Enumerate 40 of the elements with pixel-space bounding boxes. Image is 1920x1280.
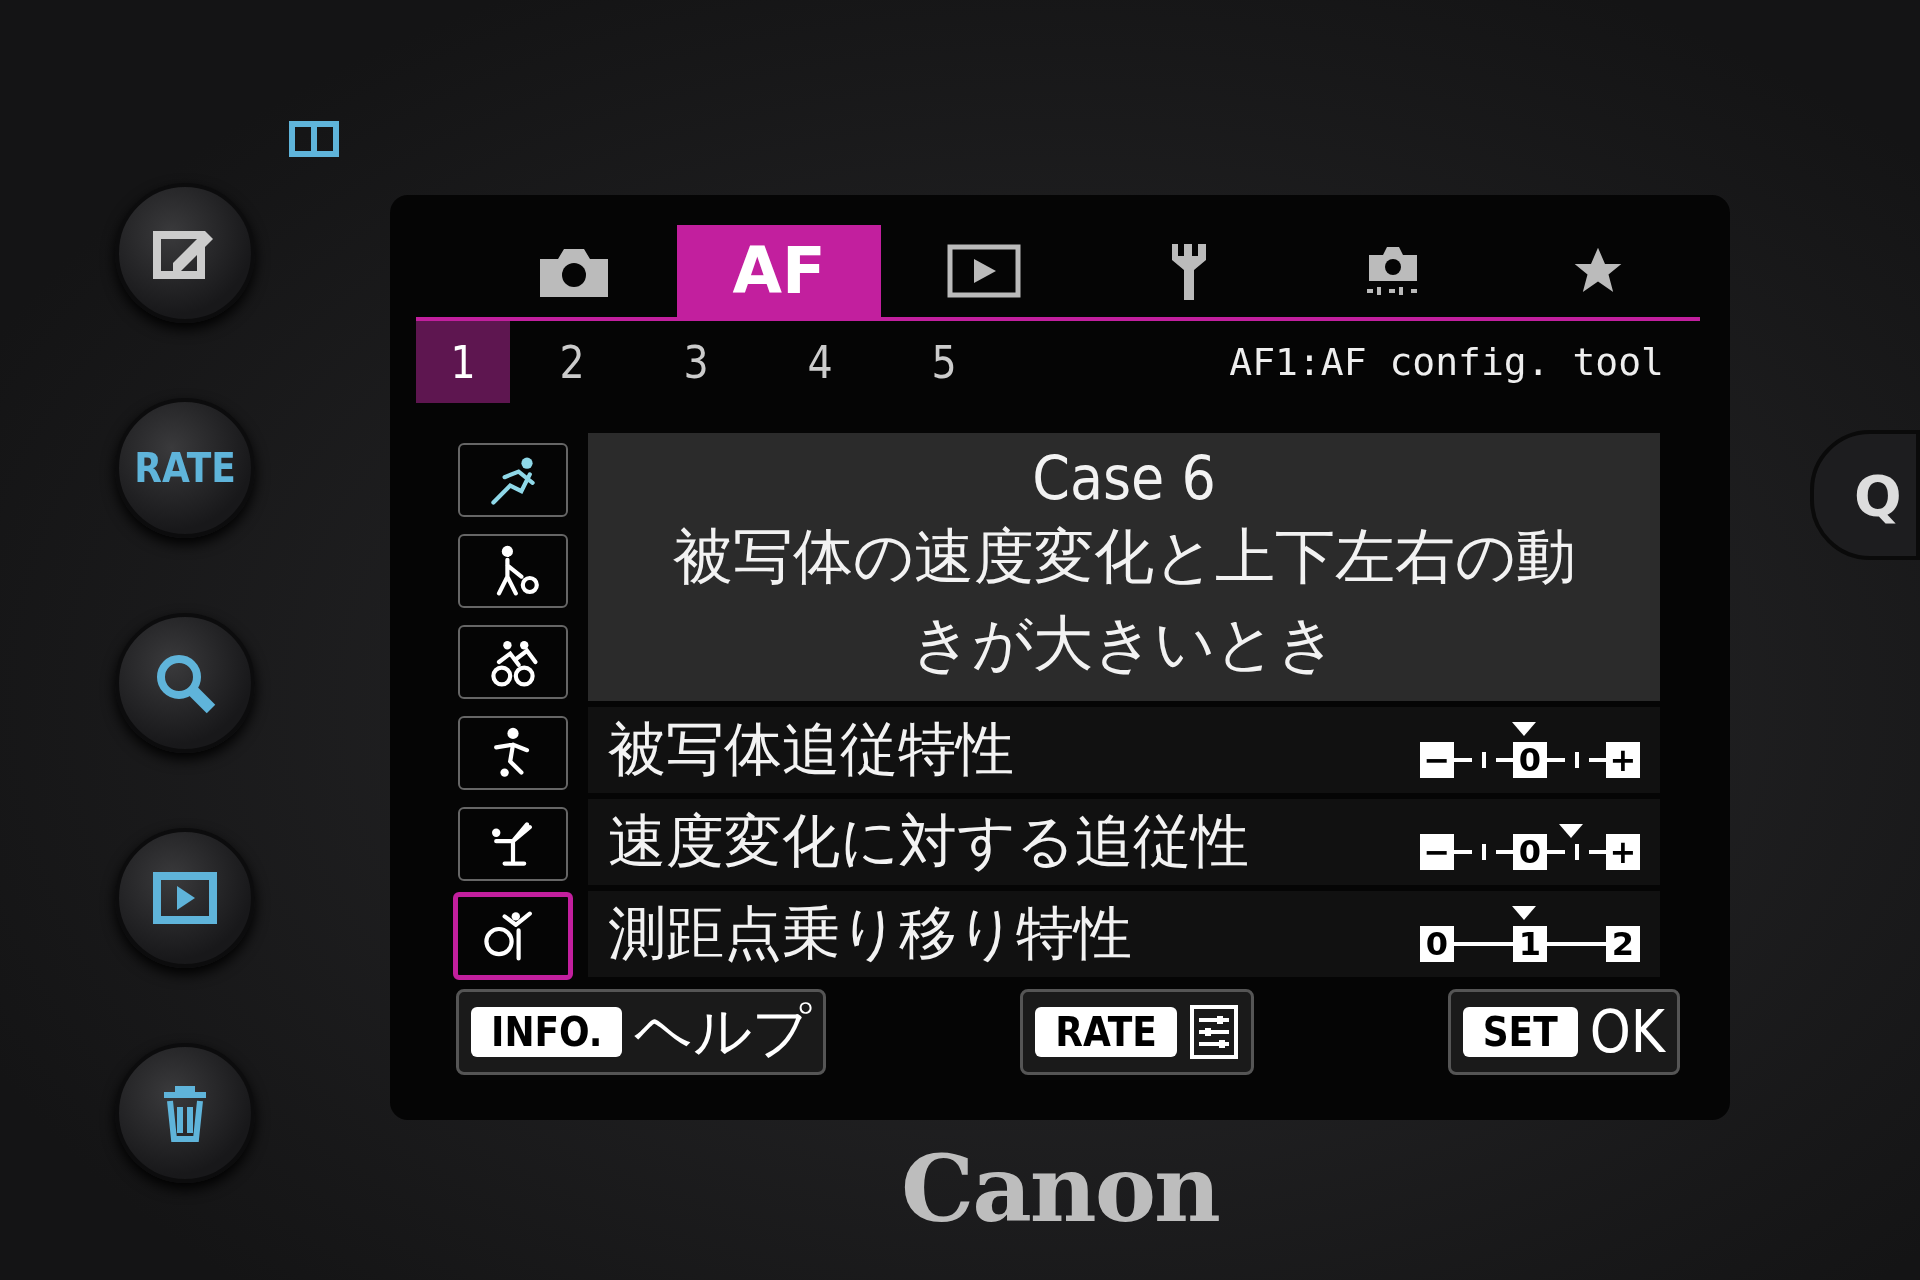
play-icon bbox=[153, 872, 217, 924]
case-option[interactable] bbox=[458, 534, 568, 608]
split-view-icon bbox=[288, 120, 340, 158]
case-option[interactable] bbox=[458, 443, 568, 517]
menu-title: AF1:AF config. tool bbox=[1229, 340, 1664, 384]
rate-button[interactable]: RATE bbox=[115, 398, 255, 538]
case-option[interactable] bbox=[458, 625, 568, 699]
setting-label: 被写体追従特性 bbox=[608, 714, 1014, 785]
scale-label: 0 bbox=[1513, 742, 1547, 778]
scale-label: 2 bbox=[1606, 926, 1640, 962]
case-option[interactable] bbox=[453, 892, 573, 980]
scale-label: 0 bbox=[1420, 926, 1454, 962]
sliders-icon bbox=[1188, 1004, 1239, 1060]
scale-label: 1 bbox=[1513, 926, 1547, 962]
setting-label: 測距点乗り移り特性 bbox=[608, 898, 1132, 969]
case-title: Case 6 bbox=[1032, 443, 1216, 513]
setting-row[interactable]: 被写体追従特性 − 0 + bbox=[588, 707, 1660, 793]
setting-label: 速度変化に対する追従性 bbox=[608, 806, 1249, 877]
case-option[interactable] bbox=[458, 716, 568, 790]
menu-tab[interactable]: AF bbox=[676, 225, 882, 317]
setting-row[interactable]: 測距点乗り移り特性 0 1 2 bbox=[588, 891, 1660, 977]
scale-label: + bbox=[1606, 834, 1640, 870]
case-option[interactable] bbox=[458, 807, 568, 881]
case-description: 被写体の速度変化と上下左右の動きが大きいとき bbox=[671, 520, 1577, 680]
q-button[interactable]: Q bbox=[1810, 430, 1920, 560]
play-icon bbox=[945, 243, 1022, 299]
page-tab[interactable]: 4 bbox=[758, 321, 882, 403]
page-tab[interactable]: 2 bbox=[510, 321, 634, 403]
scale-label: + bbox=[1606, 742, 1640, 778]
key-hint-button[interactable]: SET OK bbox=[1447, 989, 1680, 1075]
key-hint-button[interactable]: RATE bbox=[1020, 989, 1254, 1075]
page-tab[interactable]: 5 bbox=[882, 321, 1006, 403]
setting-row[interactable]: 速度変化に対する追従性 − 0 + bbox=[588, 799, 1660, 885]
scale-label: − bbox=[1420, 742, 1454, 778]
page-tab[interactable]: 1 bbox=[416, 321, 510, 403]
page-tab[interactable]: 3 bbox=[634, 321, 758, 403]
scale-label: 0 bbox=[1513, 834, 1547, 870]
scale-label: − bbox=[1420, 834, 1454, 870]
key-hint-button[interactable]: INFO. ヘルプ bbox=[456, 989, 827, 1075]
brand-logo: Canon bbox=[900, 1134, 1220, 1245]
